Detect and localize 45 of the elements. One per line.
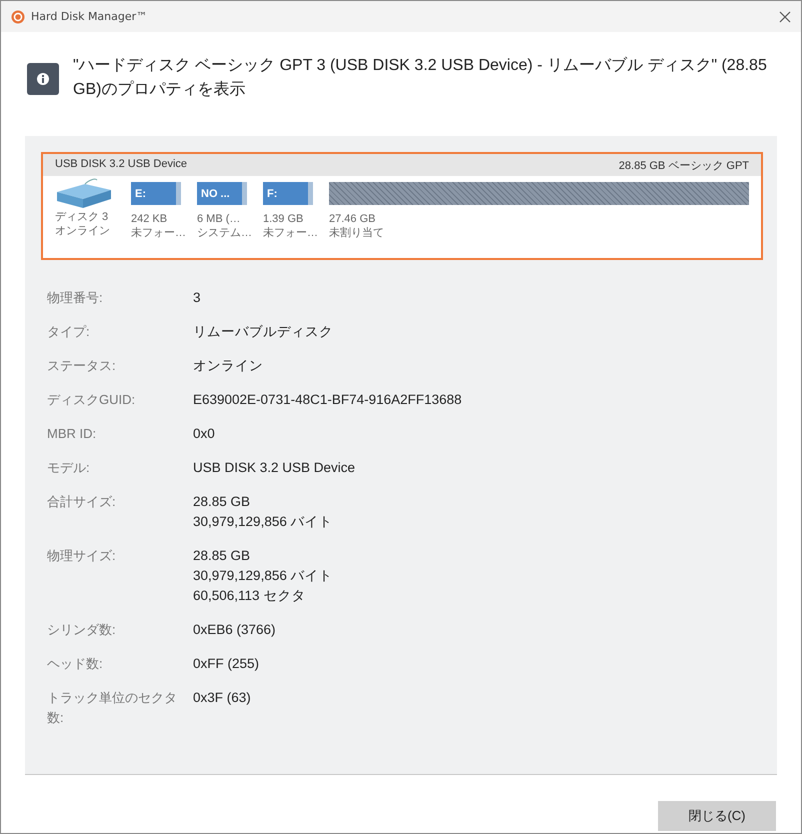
- partition-size: 1.39 GB: [263, 212, 304, 226]
- dialog-heading: "ハードディスク ベーシック GPT 3 (USB DISK 3.2 USB Device) - リムーバブル ディスク" (28.85 GB)のプロパティを表示: [73, 56, 768, 100]
- close-button[interactable]: 閉じる(C): [658, 801, 776, 831]
- property-label: 物理サイズ:: [47, 547, 117, 565]
- property-label: ディスクGUID:: [47, 391, 136, 409]
- property-label: ヘッド数:: [47, 655, 104, 673]
- property-label: 合計サイズ:: [47, 493, 117, 511]
- partition-size: 6 MB (…: [197, 212, 242, 226]
- partition-size: 242 KB: [131, 212, 168, 226]
- property-value: 28.85 GB: [193, 493, 252, 511]
- property-value: 0x0: [193, 425, 216, 443]
- app-logo-icon: [11, 10, 25, 24]
- property-label: MBR ID:: [47, 425, 98, 443]
- disk-drive-icon: [55, 178, 113, 210]
- property-value: 60,506,113 セクタ: [193, 587, 306, 605]
- partition-block[interactable]: E:: [131, 182, 181, 205]
- unallocated-label: 未割り当て: [329, 226, 385, 240]
- property-value: 3: [193, 289, 202, 307]
- window-title: Hard Disk Manager™: [31, 10, 148, 23]
- disk-label: ディスク 3: [55, 210, 110, 224]
- property-label: タイプ:: [47, 323, 91, 341]
- info-icon: [27, 63, 59, 95]
- property-value: 30,979,129,856 バイト: [193, 513, 334, 531]
- disk-name: USB DISK 3.2 USB Device: [55, 158, 188, 172]
- property-label: シリンダ数:: [47, 621, 117, 639]
- property-value: 0xEB6 (3766): [193, 621, 277, 639]
- partition-block[interactable]: NO ...: [197, 182, 247, 205]
- property-value: 0x3F (63): [193, 689, 252, 707]
- disk-status: オンライン: [55, 224, 111, 238]
- unallocated-size: 27.46 GB: [329, 212, 376, 226]
- property-label: 物理番号:: [47, 289, 104, 307]
- property-value: 30,979,129,856 バイト: [193, 567, 334, 585]
- property-label: トラック単位のセクタ数:: [47, 689, 178, 727]
- partition-block[interactable]: F:: [263, 182, 313, 205]
- disk-summary: 28.85 GB ベーシック GPT: [618, 159, 749, 173]
- property-value: オンライン: [193, 357, 264, 375]
- property-value: 28.85 GB: [193, 547, 252, 565]
- close-icon[interactable]: [779, 10, 791, 22]
- disk-map[interactable]: USB DISK 3.2 USB Device 28.85 GB ベーシック GPT ディスク 3 オンライン E: 242 KB 未フォー… NO ... 6 MB (… システム… F: 1.39 GB 未フォー… 27.46 GB 未割り当て: [41, 152, 763, 260]
- property-label: モデル:: [47, 459, 91, 477]
- property-value: USB DISK 3.2 USB Device: [193, 459, 356, 477]
- property-value: E639002E-0731-48C1-BF74-916A2FF13688: [193, 391, 463, 409]
- property-value: 0xFF (255): [193, 655, 260, 673]
- property-value: リムーバブルディスク: [193, 323, 334, 341]
- property-label: ステータス:: [47, 357, 117, 375]
